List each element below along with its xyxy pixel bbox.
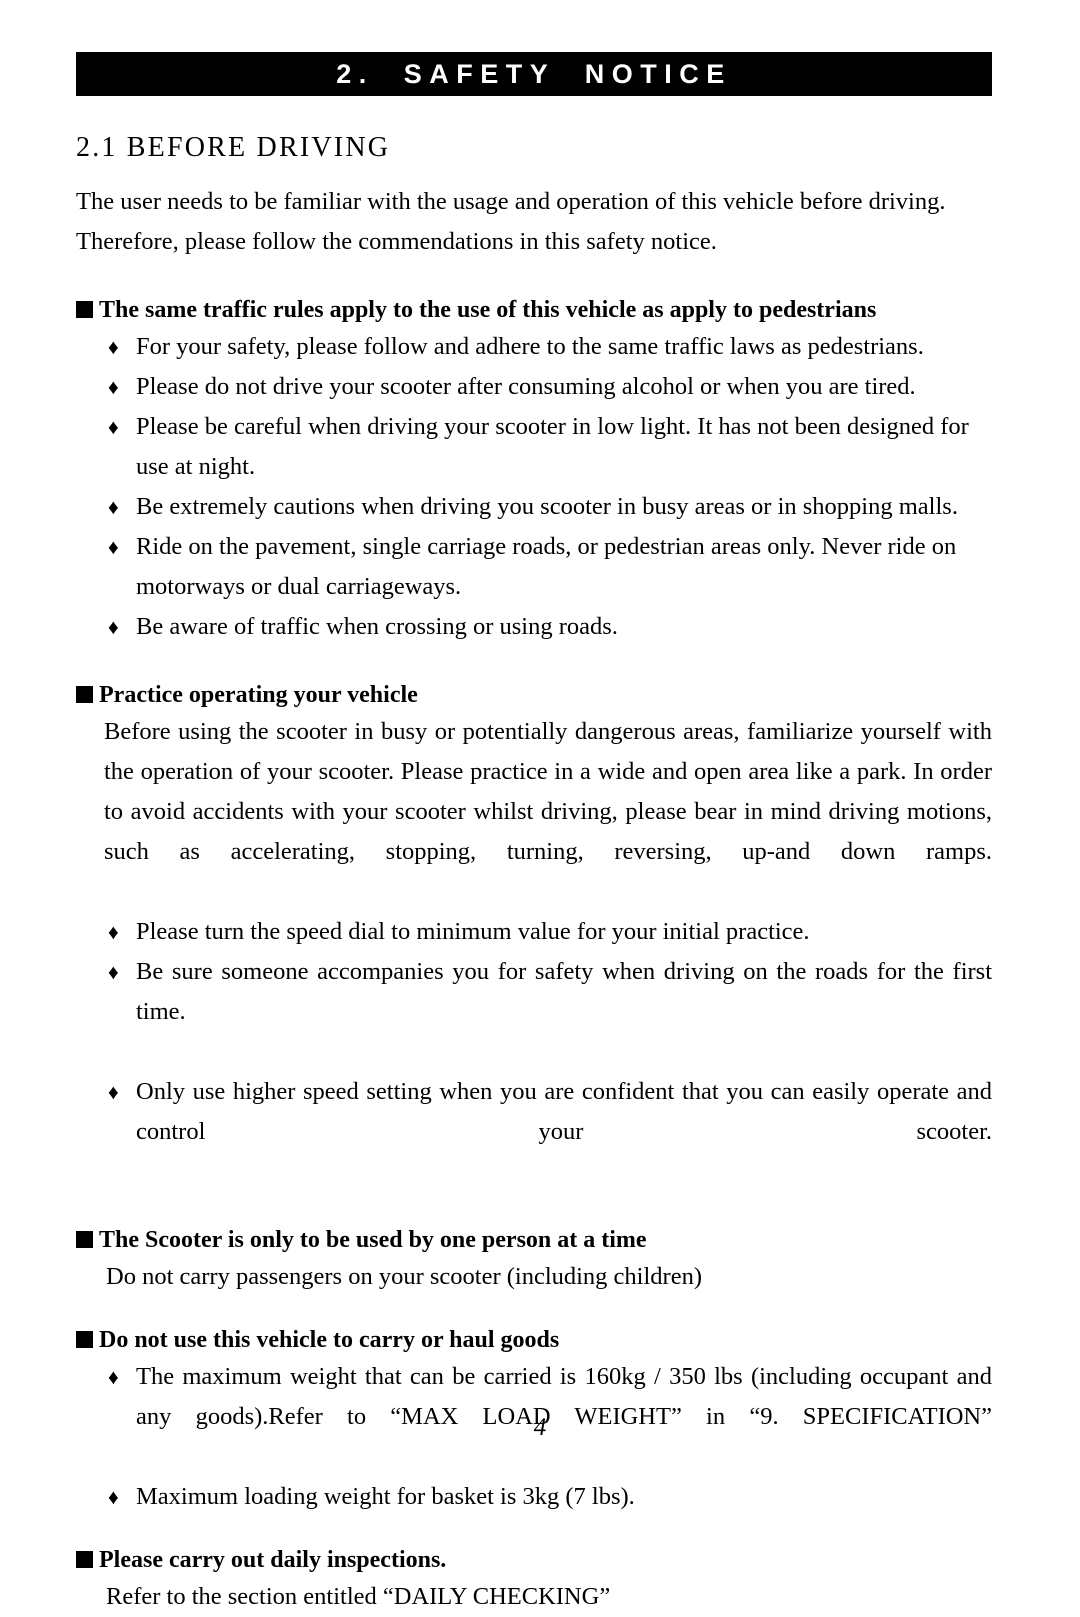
list-item-text: Only use higher speed setting when you a… <box>136 1078 992 1145</box>
list-item: ♦ Please be careful when driving your sc… <box>76 407 992 487</box>
list-item: ♦ Ride on the pavement, single carriage … <box>76 527 992 607</box>
document-page: 2. SAFETY NOTICE 2.1 BEFORE DRIVING The … <box>0 0 1080 1610</box>
diamond-bullet-icon: ♦ <box>108 615 119 639</box>
list-item: ♦ Be aware of traffic when crossing or u… <box>76 607 992 647</box>
block-heading-label: The same traffic rules apply to the use … <box>99 297 877 323</box>
diamond-bullet-icon: ♦ <box>108 375 119 399</box>
block-heading-label: Practice operating your vehicle <box>99 682 418 708</box>
list-item-text: Please do not drive your scooter after c… <box>136 373 916 400</box>
diamond-bullet-icon: ♦ <box>108 1080 119 1104</box>
list-item: ♦ Be sure someone accompanies you for sa… <box>76 952 992 1072</box>
list-item-text: Maximum loading weight for basket is 3kg… <box>136 1483 635 1510</box>
block-note: Refer to the section entitled “DAILY CHE… <box>106 1583 611 1610</box>
diamond-bullet-icon: ♦ <box>108 1485 119 1509</box>
list-item-text: Please be careful when driving your scoo… <box>136 413 969 480</box>
diamond-bullet-icon: ♦ <box>108 335 119 359</box>
diamond-bullet-icon: ♦ <box>108 415 119 439</box>
list-item-text: Ride on the pavement, single carriage ro… <box>136 533 957 600</box>
block-traffic-rules: The same traffic rules apply to the use … <box>76 293 992 647</box>
list-item-text: For your safety, please follow and adher… <box>136 333 924 360</box>
diamond-bullet-icon: ♦ <box>108 535 119 559</box>
intro-paragraph: The user needs to be familiar with the u… <box>76 188 946 255</box>
square-bullet-icon <box>76 1231 93 1248</box>
list-item: ♦ For your safety, please follow and adh… <box>76 327 992 367</box>
square-bullet-icon <box>76 301 93 318</box>
diamond-bullet-icon: ♦ <box>108 920 119 944</box>
block-one-person: The Scooter is only to be used by one pe… <box>76 1223 992 1297</box>
block-heading-label: Please carry out daily inspections. <box>99 1547 447 1573</box>
page-content: The user needs to be familiar with the u… <box>76 182 992 1617</box>
square-bullet-icon <box>76 1551 93 1568</box>
list-item: ♦ Be extremely cautions when driving you… <box>76 487 992 527</box>
list-item-text: Be extremely cautions when driving you s… <box>136 493 958 520</box>
list-item: ♦ Maximum loading weight for basket is 3… <box>76 1477 992 1517</box>
list-item: ♦ Please turn the speed dial to minimum … <box>76 912 992 952</box>
diamond-bullet-icon: ♦ <box>108 960 119 984</box>
section-heading: 2.1 BEFORE DRIVING <box>76 132 391 163</box>
chapter-banner: 2. SAFETY NOTICE <box>76 52 992 96</box>
chapter-banner-title: 2. SAFETY NOTICE <box>336 58 732 89</box>
bullet-list: ♦ For your safety, please follow and adh… <box>76 327 992 647</box>
block-heading: The Scooter is only to be used by one pe… <box>76 1223 992 1257</box>
list-item: ♦ Only use higher speed setting when you… <box>76 1072 992 1192</box>
list-item-text: Be aware of traffic when crossing or usi… <box>136 613 618 640</box>
block-heading: Do not use this vehicle to carry or haul… <box>76 1323 992 1357</box>
list-item: ♦ Please do not drive your scooter after… <box>76 367 992 407</box>
square-bullet-icon <box>76 1331 93 1348</box>
list-item-text: Be sure someone accompanies you for safe… <box>136 958 992 1025</box>
block-daily-inspections: Please carry out daily inspections. Refe… <box>76 1543 992 1617</box>
page-number: 4 <box>533 1414 547 1441</box>
block-paragraph: Before using the scooter in busy or pote… <box>104 718 992 865</box>
diamond-bullet-icon: ♦ <box>108 495 119 519</box>
bullet-list: ♦ Please turn the speed dial to minimum … <box>76 912 992 1192</box>
list-item-text: Please turn the speed dial to minimum va… <box>136 918 810 945</box>
diamond-bullet-icon: ♦ <box>108 1365 119 1389</box>
block-heading-label: The Scooter is only to be used by one pe… <box>99 1227 647 1253</box>
block-heading: The same traffic rules apply to the use … <box>76 293 992 327</box>
square-bullet-icon <box>76 686 93 703</box>
block-practice-operating: Practice operating your vehicle Before u… <box>76 678 992 1192</box>
block-heading: Please carry out daily inspections. <box>76 1543 992 1577</box>
block-heading-label: Do not use this vehicle to carry or haul… <box>99 1327 560 1353</box>
block-note: Do not carry passengers on your scooter … <box>106 1263 702 1290</box>
block-heading: Practice operating your vehicle <box>76 678 992 712</box>
